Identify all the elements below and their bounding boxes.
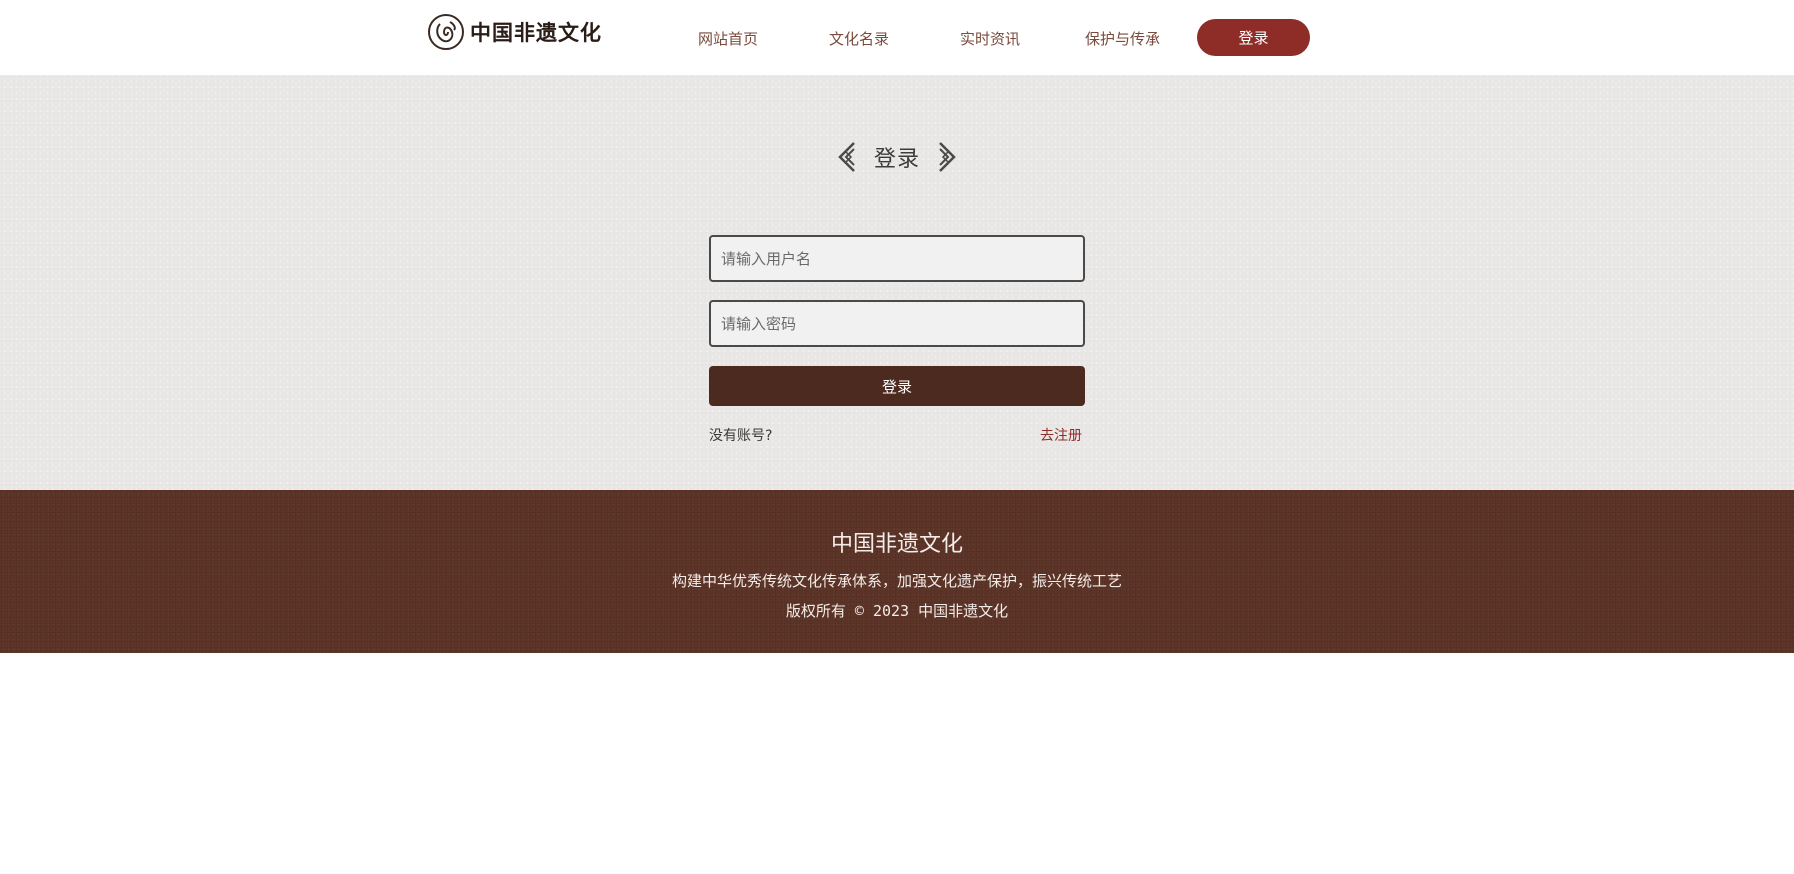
ornament-left-icon	[838, 142, 855, 172]
page-title: 登录	[873, 147, 920, 172]
username-input[interactable]	[709, 235, 1085, 282]
nav-item-protection[interactable]: 保护与传承	[1085, 28, 1160, 49]
ornament-right-icon	[939, 142, 956, 172]
login-title-block: 登录	[0, 141, 1794, 173]
register-link[interactable]: 去注册	[1040, 425, 1082, 445]
footer-title: 中国非遗文化	[830, 532, 963, 557]
login-section: 登录 登录 没有账号? 去注册	[0, 75, 1794, 490]
footer-slogan: 构建中华优秀传统文化传承体系，加强文化遗产保护，振兴传统工艺	[671, 572, 1122, 590]
nav-item-home[interactable]: 网站首页	[698, 28, 758, 49]
main-nav: 网站首页 文化名录 实时资讯 保护与传承 登录	[0, 0, 1794, 75]
login-submit-button[interactable]: 登录	[709, 366, 1085, 406]
site-header: 中国非遗文化 网站首页 文化名录 实时资讯 保护与传承 登录	[0, 0, 1794, 75]
password-input[interactable]	[709, 300, 1085, 347]
header-login-button[interactable]: 登录	[1197, 19, 1310, 56]
nav-item-culture-list[interactable]: 文化名录	[829, 28, 889, 49]
no-account-text: 没有账号?	[709, 428, 773, 444]
footer-copyright: 版权所有 © 2023 中国非遗文化	[785, 602, 1009, 620]
site-footer: 中国非遗文化 构建中华优秀传统文化传承体系，加强文化遗产保护，振兴传统工艺 版权…	[0, 490, 1794, 653]
nav-item-news[interactable]: 实时资讯	[960, 28, 1020, 49]
